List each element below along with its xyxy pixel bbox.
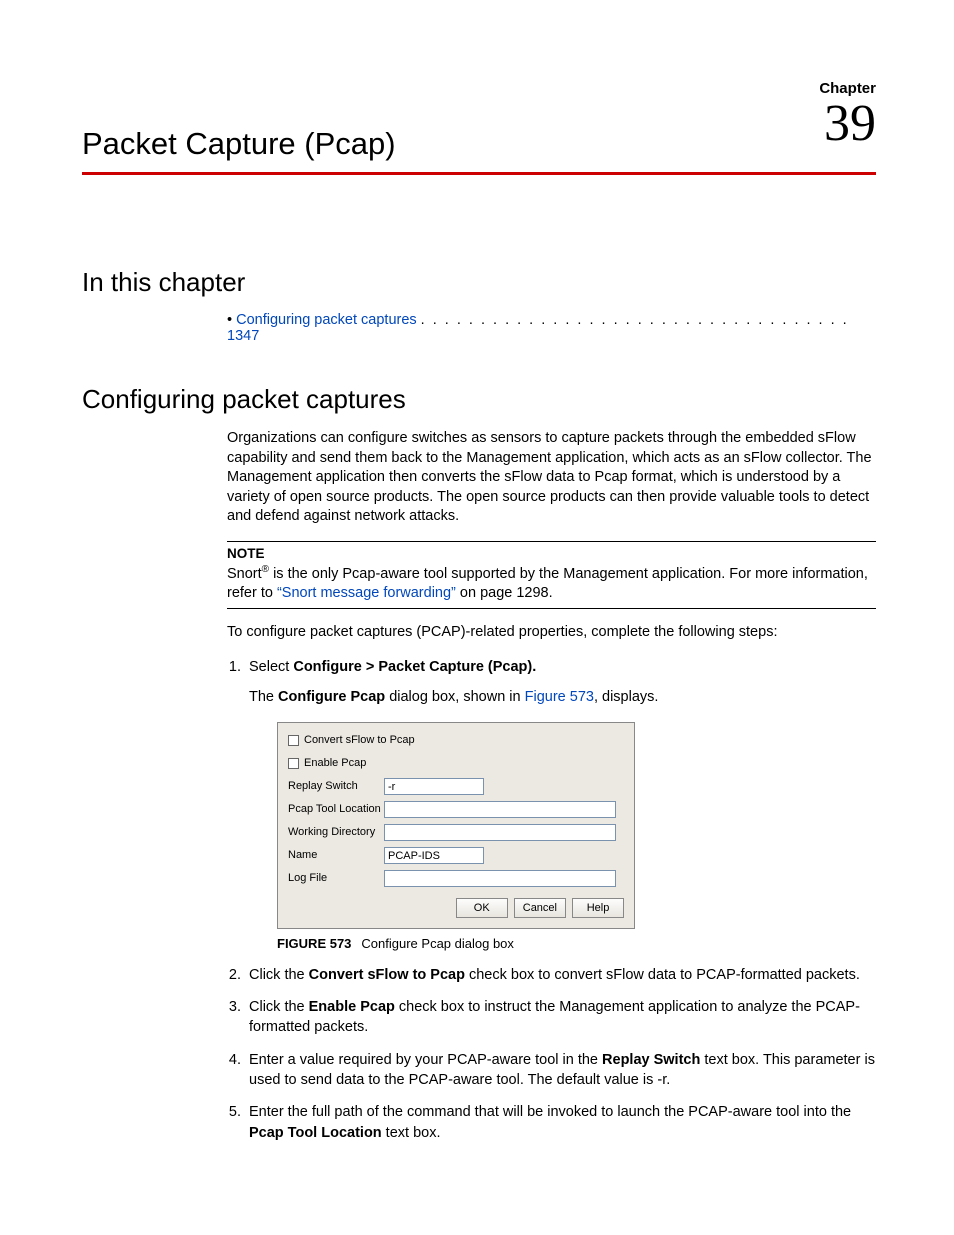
- heading-in-this-chapter: In this chapter: [82, 267, 876, 298]
- lead-in: To configure packet captures (PCAP)-rela…: [227, 623, 876, 643]
- step5-pre: Enter the full path of the command that …: [249, 1104, 851, 1120]
- header-rule: [82, 172, 876, 175]
- help-button[interactable]: Help: [572, 898, 624, 918]
- step1-sub-mid: dialog box, shown in: [385, 689, 524, 705]
- toc-link[interactable]: Configuring packet captures: [236, 312, 417, 328]
- dialog-figure: Convert sFlow to Pcap Enable Pcap Replay…: [277, 722, 876, 953]
- input-tool-location[interactable]: [384, 801, 616, 818]
- row-replay-switch: Replay Switch: [288, 778, 624, 796]
- toc-dots: . . . . . . . . . . . . . . . . . . . . …: [421, 312, 849, 328]
- note-post: on page 1298.: [456, 585, 553, 601]
- label-enable-pcap: Enable Pcap: [304, 756, 366, 771]
- row-enable-pcap: Enable Pcap: [288, 755, 624, 773]
- chapter-number: 39: [824, 98, 876, 150]
- step-4: Enter a value required by your PCAP-awar…: [245, 1050, 876, 1091]
- label-replay-switch: Replay Switch: [288, 779, 384, 794]
- step5-post: text box.: [382, 1125, 441, 1141]
- step1-bold: Configure > Packet Capture (Pcap).: [293, 659, 536, 675]
- step4-bold: Replay Switch: [602, 1052, 700, 1068]
- checkbox-enable-pcap[interactable]: [288, 758, 299, 769]
- input-name[interactable]: [384, 847, 484, 864]
- label-logfile: Log File: [288, 871, 384, 886]
- step3-bold: Enable Pcap: [309, 999, 395, 1015]
- step2-pre: Click the: [249, 967, 309, 983]
- row-name: Name: [288, 847, 624, 865]
- label-convert-sflow: Convert sFlow to Pcap: [304, 733, 415, 748]
- steps-list: Select Configure > Packet Capture (Pcap)…: [227, 657, 876, 1143]
- step4-pre: Enter a value required by your PCAP-awar…: [249, 1052, 602, 1068]
- chapter-header: Chapter 39 Packet Capture (Pcap): [82, 80, 876, 175]
- row-convert-sflow: Convert sFlow to Pcap: [288, 732, 624, 750]
- step1-sub: The Configure Pcap dialog box, shown in …: [249, 687, 876, 707]
- chapter-title: Packet Capture (Pcap): [82, 80, 876, 172]
- page: Chapter 39 Packet Capture (Pcap) In this…: [0, 0, 954, 1235]
- dialog-body: Convert sFlow to Pcap Enable Pcap Replay…: [278, 723, 634, 928]
- figure-label: FIGURE 573: [277, 936, 351, 951]
- note-block: NOTE Snort® is the only Pcap-aware tool …: [227, 541, 876, 609]
- input-replay-switch[interactable]: [384, 778, 484, 795]
- row-working-dir: Working Directory: [288, 824, 624, 842]
- label-name: Name: [288, 848, 384, 863]
- note-link[interactable]: “Snort message forwarding”: [277, 585, 456, 601]
- step1-pre: Select: [249, 659, 293, 675]
- step2-bold: Convert sFlow to Pcap: [309, 967, 465, 983]
- step1-sub-bold: Configure Pcap: [278, 689, 385, 705]
- label-working-dir: Working Directory: [288, 825, 384, 840]
- note-body: Snort® is the only Pcap-aware tool suppo…: [227, 563, 876, 604]
- note-label: NOTE: [227, 545, 876, 563]
- step-2: Click the Convert sFlow to Pcap check bo…: [245, 965, 876, 985]
- checkbox-convert-sflow[interactable]: [288, 735, 299, 746]
- step5-bold: Pcap Tool Location: [249, 1125, 382, 1141]
- note-sup: ®: [262, 564, 269, 575]
- step2-post: check box to convert sFlow data to PCAP-…: [465, 967, 860, 983]
- cancel-button[interactable]: Cancel: [514, 898, 566, 918]
- step3-pre: Click the: [249, 999, 309, 1015]
- label-tool-location: Pcap Tool Location: [288, 802, 384, 817]
- row-logfile: Log File: [288, 870, 624, 888]
- figure-caption: FIGURE 573 Configure Pcap dialog box: [277, 935, 876, 953]
- ok-button[interactable]: OK: [456, 898, 508, 918]
- row-tool-location: Pcap Tool Location: [288, 801, 624, 819]
- heading-configuring: Configuring packet captures: [82, 384, 876, 415]
- toc-bullet: •: [227, 312, 232, 328]
- step-1: Select Configure > Packet Capture (Pcap)…: [245, 657, 876, 953]
- input-logfile[interactable]: [384, 870, 616, 887]
- step1-sub-link[interactable]: Figure 573: [525, 689, 594, 705]
- figure-text: Configure Pcap dialog box: [361, 936, 514, 951]
- toc-line: • Configuring packet captures. . . . . .…: [227, 312, 876, 344]
- intro-paragraph: Organizations can configure switches as …: [227, 429, 876, 527]
- step-3: Click the Enable Pcap check box to instr…: [245, 997, 876, 1038]
- toc-page[interactable]: 1347: [227, 328, 259, 344]
- note-pre: Snort: [227, 566, 262, 582]
- dialog-buttons: OK Cancel Help: [288, 898, 624, 918]
- step1-sub-post: , displays.: [594, 689, 658, 705]
- input-working-dir[interactable]: [384, 824, 616, 841]
- step1-sub-pre: The: [249, 689, 278, 705]
- step-5: Enter the full path of the command that …: [245, 1102, 876, 1143]
- configure-pcap-dialog: Convert sFlow to Pcap Enable Pcap Replay…: [277, 722, 635, 929]
